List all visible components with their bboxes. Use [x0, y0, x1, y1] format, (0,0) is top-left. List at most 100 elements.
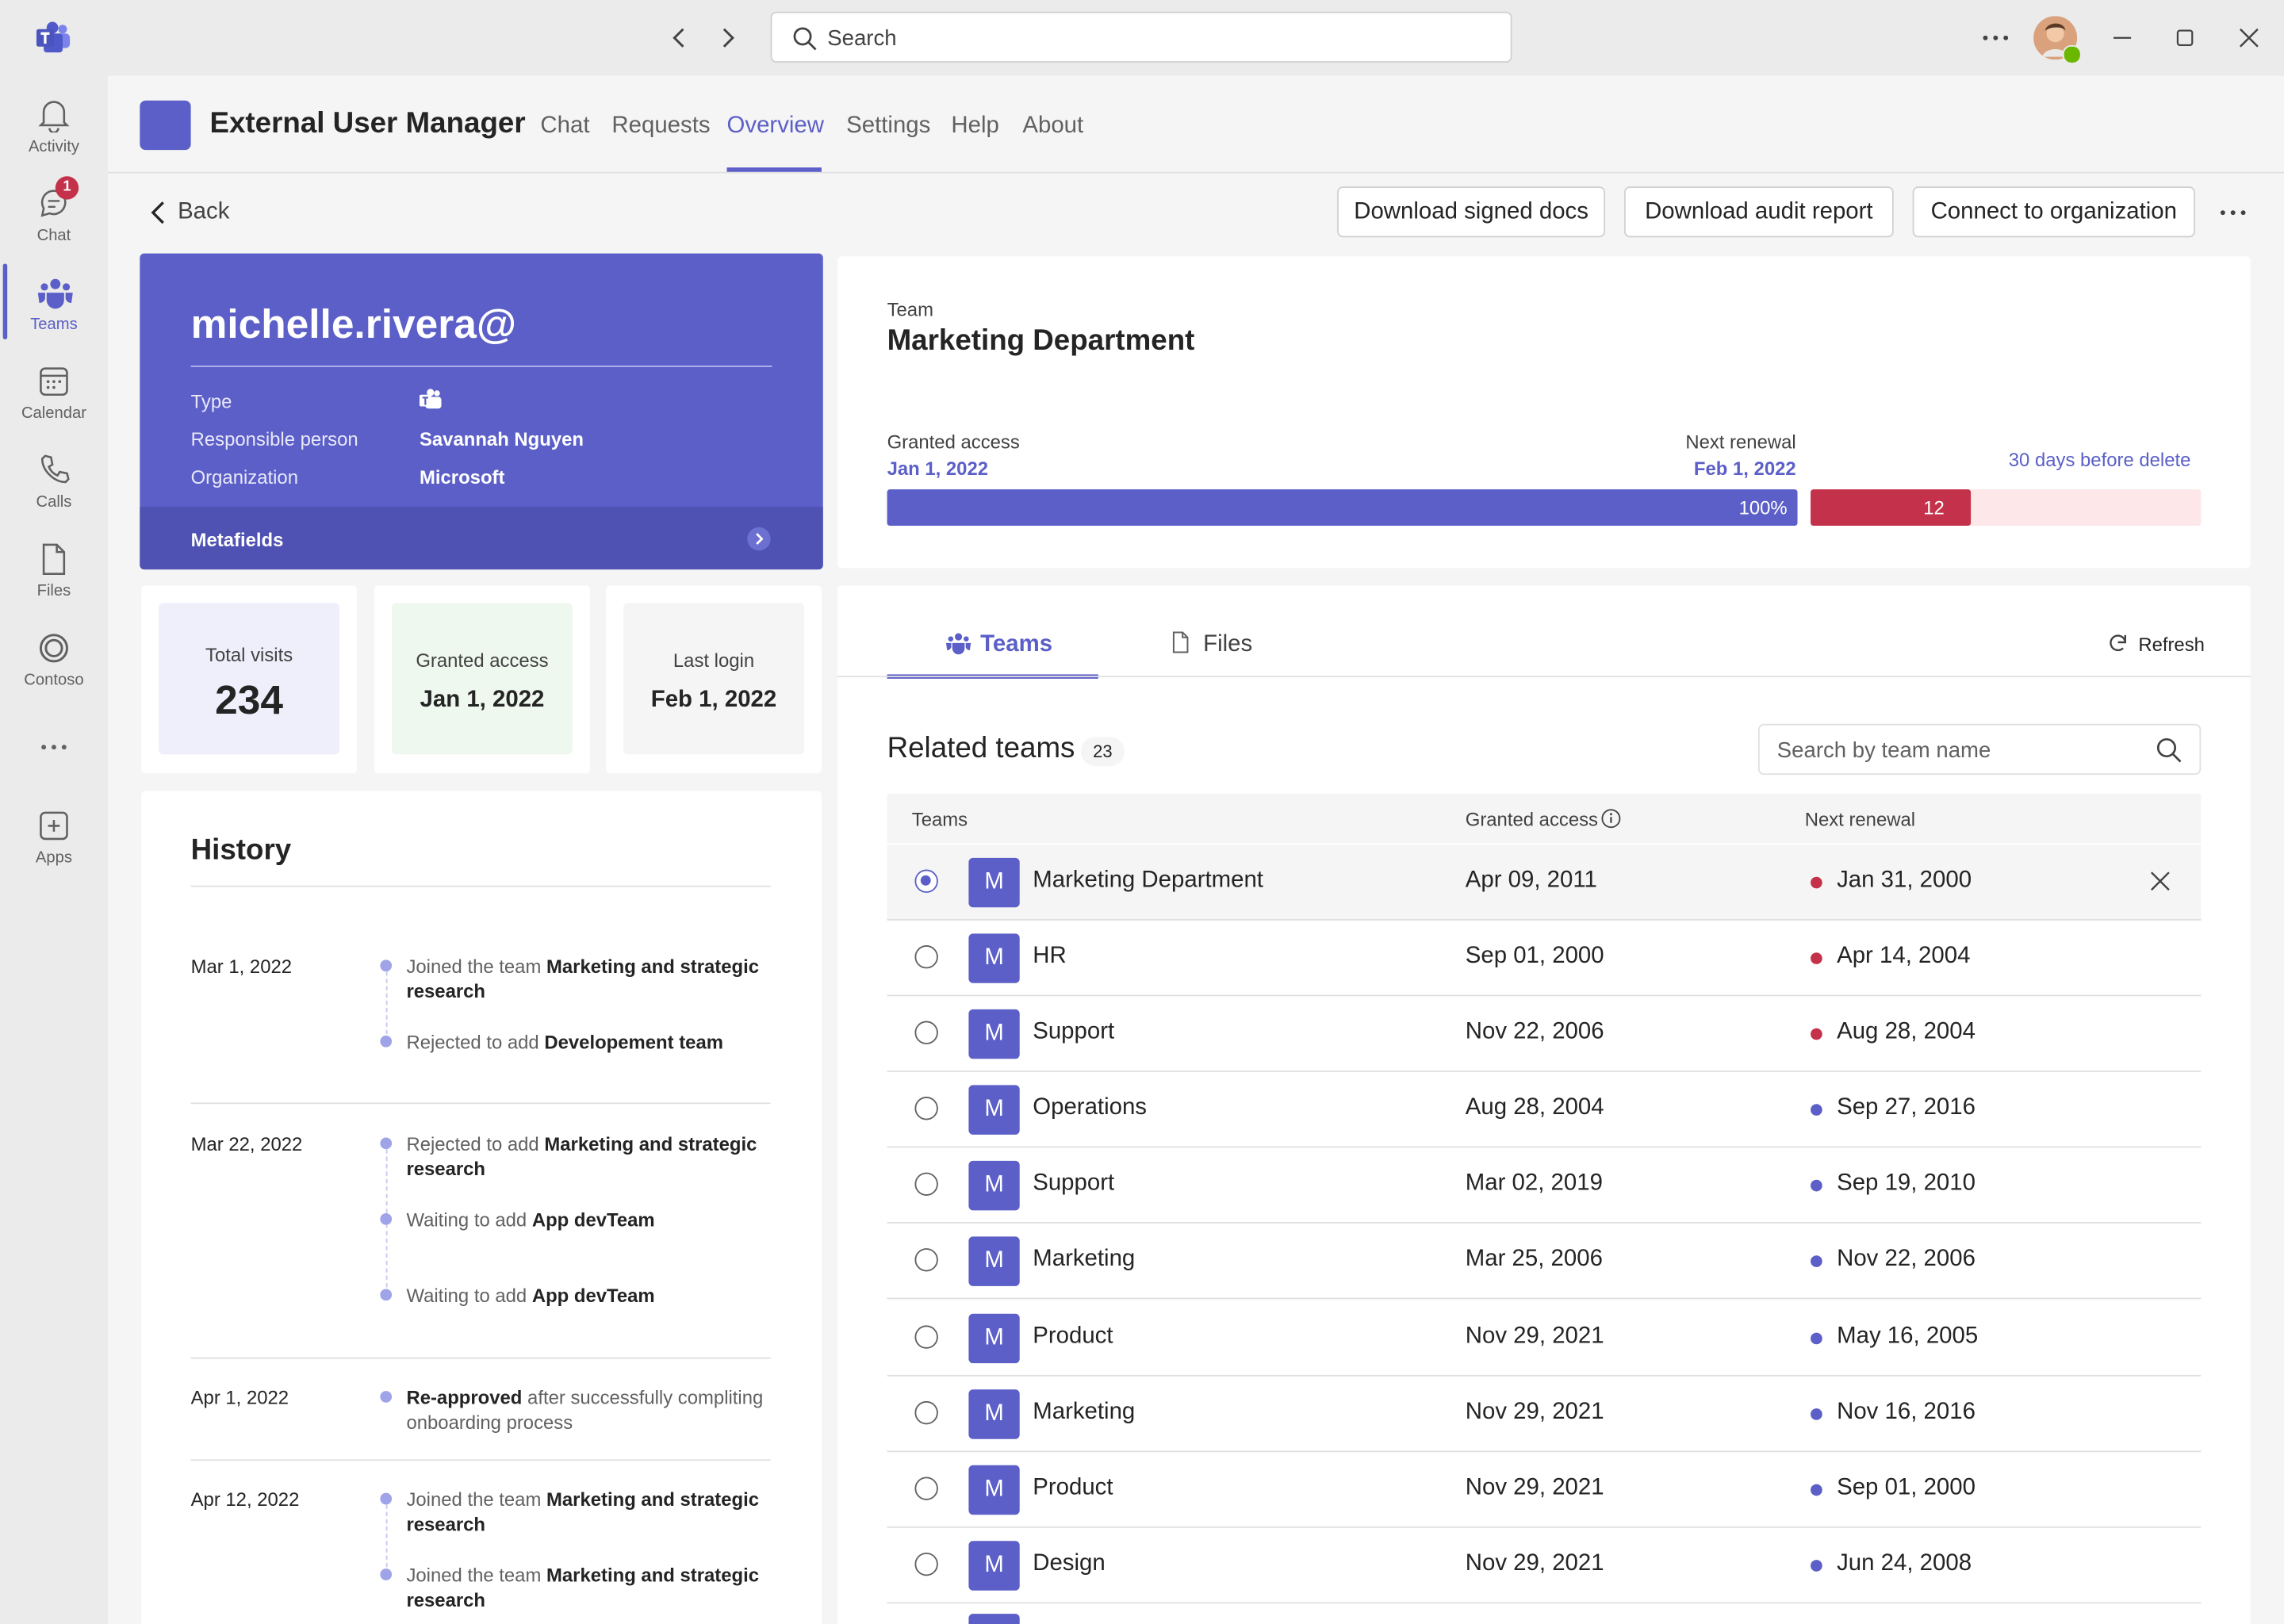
- search-icon: [793, 27, 817, 51]
- more-apps-icon[interactable]: [40, 734, 69, 760]
- row-radio[interactable]: [914, 1325, 938, 1349]
- profile-divider: [190, 366, 772, 367]
- stat-card-inner: Total visits 234: [159, 603, 339, 755]
- tab-teams[interactable]: Teams: [887, 611, 1098, 679]
- stat-card-inner: Granted access Jan 1, 2022: [392, 603, 573, 755]
- stat-value: Jan 1, 2022: [420, 687, 545, 713]
- forward-arrow-icon[interactable]: [714, 25, 740, 51]
- row-radio[interactable]: [914, 1021, 938, 1044]
- info-icon[interactable]: [1601, 808, 1622, 829]
- table-row[interactable]: M Support Mar 02, 2019 Sep 19, 2010: [887, 1147, 2202, 1224]
- tab-help[interactable]: Help: [951, 113, 998, 140]
- next-renewal-label: Next renewal: [1685, 431, 1796, 454]
- team-avatar: M: [968, 1236, 1020, 1286]
- tab-about[interactable]: About: [1022, 113, 1083, 140]
- table-row[interactable]: M Support Nov 22, 2006 Aug 28, 2004: [887, 996, 2202, 1072]
- status-dot-blue: [1811, 1104, 1822, 1116]
- rail-label-calendar: Calendar: [21, 404, 86, 423]
- teams-icon: [37, 278, 73, 309]
- history-event: Waiting to add App devTeam: [406, 1284, 655, 1307]
- back-arrow-icon[interactable]: [667, 25, 693, 51]
- chat-unread-badge: 1: [55, 176, 79, 200]
- granted-access-label: Granted access: [887, 431, 1020, 454]
- table-row[interactable]: M Marketing Department Apr 09, 2011 Jan …: [887, 845, 2202, 921]
- timeline-dot: [380, 1568, 393, 1580]
- stat-label: Granted access: [416, 649, 549, 672]
- next-renewal-cell: Sep 19, 2010: [1837, 1170, 1976, 1196]
- tab-requests[interactable]: Requests: [611, 113, 710, 140]
- team-avatar: M: [968, 1313, 1020, 1364]
- global-search-input[interactable]: Search: [770, 11, 1512, 63]
- rail-item-calendar[interactable]: Calendar: [0, 347, 108, 431]
- download-signed-docs-button[interactable]: Download signed docs: [1337, 186, 1606, 238]
- row-radio[interactable]: [914, 1248, 938, 1272]
- rail-item-apps[interactable]: Apps: [0, 791, 108, 875]
- column-header-granted-access: Granted access: [1465, 808, 1598, 830]
- row-radio-selected[interactable]: [914, 869, 938, 893]
- next-renewal-cell: Aug 28, 2004: [1837, 1019, 1976, 1044]
- row-radio[interactable]: [914, 1172, 938, 1196]
- team-name-cell: Support: [1033, 1019, 1115, 1044]
- calendar-icon: [40, 367, 68, 396]
- timeline-dot: [380, 959, 393, 972]
- rail-item-files[interactable]: Files: [0, 524, 108, 609]
- chevron-right-icon[interactable]: [747, 527, 771, 551]
- rail-label-apps: Apps: [35, 848, 72, 867]
- row-radio[interactable]: [914, 1552, 938, 1576]
- timeline-dot: [380, 1137, 393, 1150]
- rail-item-calls[interactable]: Calls: [0, 435, 108, 520]
- contoso-icon: [39, 634, 68, 663]
- tabs-divider: [837, 676, 2251, 678]
- rail-label-contoso: Contoso: [24, 671, 84, 689]
- history-title: History: [190, 834, 292, 867]
- granted-access-cell: Apr 09, 2011: [1465, 868, 1597, 893]
- rail-item-contoso[interactable]: Contoso: [0, 613, 108, 698]
- minimize-icon[interactable]: [2110, 25, 2136, 51]
- timeline-connector: [385, 971, 388, 1042]
- timeline-dot: [380, 1035, 393, 1048]
- tab-overview[interactable]: Overview: [727, 113, 824, 140]
- tab-settings[interactable]: Settings: [846, 113, 930, 140]
- close-window-icon[interactable]: [2236, 25, 2262, 51]
- status-dot-blue: [1811, 1484, 1822, 1496]
- table-row[interactable]: M Operations Aug 28, 2004 Sep 27, 2016: [887, 1072, 2202, 1148]
- next-renewal-cell: Jan 31, 2000: [1837, 868, 1972, 893]
- history-event: Joined the team Marketing and strategic …: [406, 1564, 760, 1611]
- tab-chat[interactable]: Chat: [540, 113, 589, 140]
- next-renewal-cell: May 16, 2005: [1837, 1323, 1979, 1349]
- table-row[interactable]: M Marketing Mar 25, 2006 Nov 22, 2006: [887, 1224, 2202, 1300]
- presence-available-icon: [2062, 44, 2082, 64]
- row-radio[interactable]: [914, 1400, 938, 1425]
- rail-item-teams[interactable]: Teams: [0, 258, 108, 343]
- table-row[interactable]: M HR Sep 01, 2000 Apr 14, 2004: [887, 921, 2202, 997]
- app-logo: [140, 100, 191, 151]
- download-audit-report-button[interactable]: Download audit report: [1623, 186, 1894, 238]
- avatar[interactable]: [2033, 16, 2082, 64]
- rail-item-chat[interactable]: Chat: [0, 169, 108, 254]
- table-row[interactable]: M Marketing Nov 29, 2021 Nov 16, 2016: [887, 1377, 2202, 1453]
- granted-access-cell: Nov 29, 2021: [1465, 1551, 1604, 1576]
- next-renewal-cell: Sep 01, 2000: [1837, 1475, 1976, 1500]
- team-avatar: M: [968, 1541, 1020, 1591]
- row-radio[interactable]: [914, 945, 938, 969]
- team-search-input[interactable]: Search by team name: [1757, 723, 2202, 776]
- table-row[interactable]: M Product Nov 29, 2021 May 16, 2005: [887, 1300, 2202, 1377]
- tab-files[interactable]: Files: [1165, 611, 1282, 678]
- close-icon[interactable]: [2148, 870, 2171, 893]
- row-radio[interactable]: [914, 1477, 938, 1500]
- status-dot-blue: [1811, 1560, 1822, 1572]
- apps-icon: [40, 811, 68, 841]
- refresh-button[interactable]: Refresh: [2105, 629, 2207, 658]
- history-event: Joined the team Marketing and strategic …: [406, 955, 760, 1002]
- rail-item-activity[interactable]: Activity: [0, 80, 108, 165]
- table-row[interactable]: M Design Nov 29, 2021 Jun 24, 2008: [887, 1528, 2202, 1604]
- table-row[interactable]: M Product Nov 29, 2021 Sep 01, 2000: [887, 1452, 2202, 1528]
- timeline-connector: [385, 1504, 388, 1575]
- connect-to-organization-button[interactable]: Connect to organization: [1912, 186, 2195, 238]
- row-radio[interactable]: [914, 1097, 938, 1120]
- maximize-icon[interactable]: [2172, 25, 2198, 51]
- status-dot-blue: [1811, 1255, 1822, 1267]
- more-options-icon[interactable]: [1981, 23, 2010, 52]
- more-actions-icon[interactable]: [2218, 198, 2248, 228]
- back-button[interactable]: Back: [146, 198, 233, 228]
